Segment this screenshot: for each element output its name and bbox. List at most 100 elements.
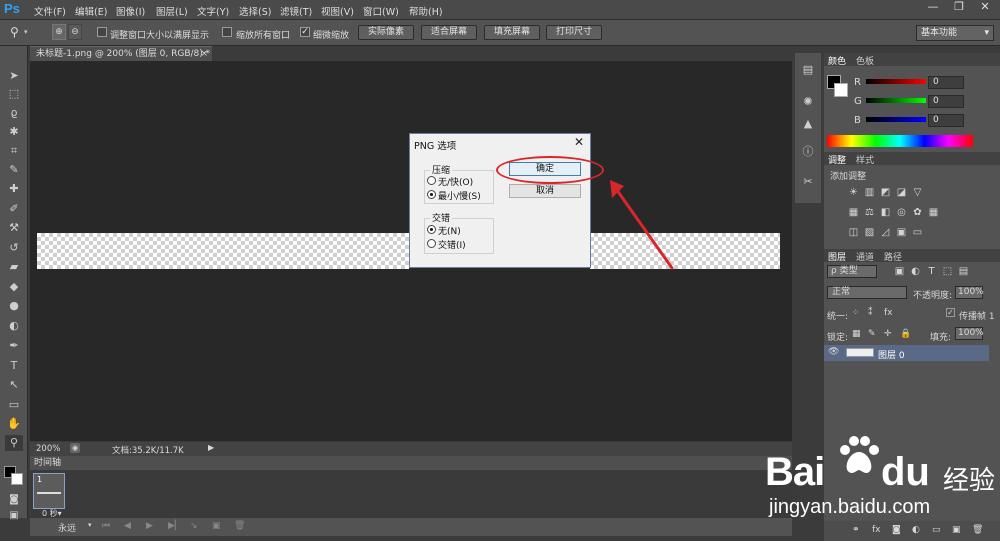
menu-type[interactable]: 文字(Y) bbox=[197, 4, 229, 18]
scrubby-zoom-checkbox[interactable]: ✓ bbox=[300, 27, 310, 37]
color-balance-icon[interactable]: ⚖ bbox=[864, 207, 875, 218]
document-tab-close-icon[interactable]: × bbox=[200, 47, 208, 61]
menu-filter[interactable]: 滤镜(T) bbox=[280, 4, 312, 18]
workspace-select[interactable]: 基本功能 ▾ bbox=[916, 25, 994, 41]
gradient-map-icon[interactable]: ▭ bbox=[912, 227, 923, 238]
crop-tool-icon[interactable]: ⌗ bbox=[5, 143, 23, 159]
brush-tool-icon[interactable]: ✐ bbox=[5, 201, 23, 217]
channel-g-slider[interactable] bbox=[866, 98, 926, 103]
zoom-in-icon[interactable]: ⊕ bbox=[52, 24, 66, 40]
propagate-frame-checkbox[interactable]: ✓ bbox=[946, 308, 955, 317]
threshold-icon[interactable]: ◿ bbox=[880, 227, 891, 238]
menu-view[interactable]: 视图(V) bbox=[321, 4, 354, 18]
quick-mask-icon[interactable]: ◙ bbox=[5, 492, 23, 508]
menu-edit[interactable]: 编辑(E) bbox=[75, 4, 107, 18]
histogram-icon[interactable]: ▲ bbox=[801, 117, 815, 131]
invert-icon[interactable]: ◫ bbox=[848, 227, 859, 238]
lock-transparent-icon[interactable]: ▦ bbox=[852, 329, 861, 339]
tween-icon[interactable]: ↘ bbox=[190, 521, 198, 531]
status-info-icon[interactable]: ◉ bbox=[70, 443, 80, 453]
zoom-tool-icon[interactable]: ⚲ bbox=[10, 25, 19, 39]
path-selection-tool-icon[interactable]: ↖ bbox=[5, 377, 23, 393]
exposure-icon[interactable]: ◪ bbox=[896, 187, 907, 198]
layer-filter-select[interactable]: ρ 类型 bbox=[827, 265, 877, 278]
restore-button[interactable]: ❐ bbox=[946, 0, 972, 14]
channel-b-value[interactable]: 0 bbox=[928, 114, 964, 127]
previous-frame-icon[interactable]: ◀ bbox=[124, 521, 131, 531]
info-icon[interactable]: ⓘ bbox=[801, 145, 815, 159]
fill-screen-button[interactable]: 填充屏幕 bbox=[484, 25, 540, 40]
clone-stamp-tool-icon[interactable]: ⚒ bbox=[5, 220, 23, 236]
type-tool-icon[interactable]: T bbox=[5, 358, 23, 374]
layer-mask-icon[interactable]: ◙ bbox=[892, 525, 901, 535]
timeline-title[interactable]: 时间轴 bbox=[34, 458, 61, 468]
filter-smart-object-icon[interactable]: ▤ bbox=[958, 266, 969, 277]
channel-b-slider[interactable] bbox=[866, 117, 926, 122]
brightness-icon[interactable]: ☀ bbox=[848, 187, 859, 198]
menu-help[interactable]: 帮助(H) bbox=[409, 4, 443, 18]
quick-selection-tool-icon[interactable]: ✱ bbox=[5, 124, 23, 140]
screen-mode-icon[interactable]: ▣ bbox=[5, 508, 23, 524]
background-color-swatch[interactable] bbox=[11, 473, 23, 485]
first-frame-icon[interactable]: ⏮ bbox=[102, 521, 110, 531]
loop-select[interactable]: 永远 bbox=[58, 521, 76, 534]
photo-filter-icon[interactable]: ◎ bbox=[896, 207, 907, 218]
lock-pixels-icon[interactable]: ✎ bbox=[868, 329, 876, 339]
layer-row[interactable]: 👁 图层 0 bbox=[824, 345, 989, 361]
paint-bucket-tool-icon[interactable]: ◆ bbox=[5, 279, 23, 295]
print-size-button[interactable]: 打印尺寸 bbox=[546, 25, 602, 40]
minimize-button[interactable]: — bbox=[920, 0, 946, 14]
channel-r-slider[interactable] bbox=[866, 79, 926, 84]
pen-tool-icon[interactable]: ✒ bbox=[5, 338, 23, 354]
menu-file[interactable]: 文件(F) bbox=[34, 4, 66, 18]
link-layers-icon[interactable]: ⚭ bbox=[852, 525, 860, 535]
color-spectrum-bar[interactable] bbox=[827, 135, 973, 147]
cancel-button[interactable]: 取消 bbox=[509, 184, 581, 198]
menu-image[interactable]: 图像(I) bbox=[116, 4, 145, 18]
tab-color[interactable]: 颜色 bbox=[828, 54, 846, 67]
dialog-close-icon[interactable]: ✕ bbox=[574, 135, 584, 149]
interlace-none-radio[interactable] bbox=[427, 225, 436, 234]
eraser-tool-icon[interactable]: ▰ bbox=[5, 259, 23, 275]
marquee-tool-icon[interactable]: ⬚ bbox=[5, 86, 23, 102]
channel-mixer-icon[interactable]: ✿ bbox=[912, 207, 923, 218]
zoom-level[interactable]: 200% bbox=[36, 444, 60, 454]
tab-paths[interactable]: 路径 bbox=[884, 250, 902, 263]
layer-style-icon[interactable]: fx bbox=[872, 525, 881, 535]
hue-saturation-icon[interactable]: ▦ bbox=[848, 207, 859, 218]
document-tab[interactable]: 未标题-1.png @ 200% (图层 0, RGB/8) * × bbox=[30, 46, 212, 61]
menu-select[interactable]: 选择(S) bbox=[239, 4, 271, 18]
selective-color-icon[interactable]: ▣ bbox=[896, 227, 907, 238]
color-background-swatch[interactable] bbox=[834, 83, 848, 97]
tab-styles[interactable]: 样式 bbox=[856, 153, 874, 166]
delete-frame-icon[interactable]: 🗑 bbox=[234, 521, 245, 531]
compression-smallest-radio[interactable] bbox=[427, 190, 436, 199]
lasso-tool-icon[interactable]: ϱ bbox=[5, 105, 23, 121]
blend-mode-select[interactable]: 正常 bbox=[827, 286, 907, 299]
filter-adjustment-icon[interactable]: ◐ bbox=[910, 266, 921, 277]
unify-visibility-icon[interactable]: ⁑ bbox=[868, 308, 873, 318]
eyedropper-tool-icon[interactable]: ✎ bbox=[5, 162, 23, 178]
lock-position-icon[interactable]: ✛ bbox=[884, 329, 892, 339]
animation-frame[interactable]: 1 bbox=[33, 473, 65, 509]
menu-window[interactable]: 窗口(W) bbox=[363, 4, 399, 18]
menu-layer[interactable]: 图层(L) bbox=[156, 4, 188, 18]
fill-input[interactable]: 100% bbox=[955, 327, 984, 340]
filter-pixel-icon[interactable]: ▣ bbox=[894, 266, 905, 277]
filter-type-icon[interactable]: T bbox=[926, 266, 937, 277]
new-adjustment-icon[interactable]: ◐ bbox=[912, 525, 920, 535]
tab-channels[interactable]: 通道 bbox=[856, 250, 874, 263]
posterize-icon[interactable]: ▨ bbox=[864, 227, 875, 238]
loop-chevron-icon[interactable]: ▾ bbox=[88, 521, 92, 529]
lock-all-icon[interactable]: 🔒 bbox=[900, 329, 911, 339]
opacity-input[interactable]: 100% bbox=[955, 286, 984, 299]
fit-screen-button[interactable]: 适合屏幕 bbox=[421, 25, 477, 40]
zoom-out-icon[interactable]: ⊖ bbox=[68, 24, 82, 40]
zoom-all-windows-checkbox[interactable] bbox=[222, 27, 232, 37]
compression-fast-radio[interactable] bbox=[427, 176, 436, 185]
dodge-tool-icon[interactable]: ◐ bbox=[5, 318, 23, 334]
duplicate-frame-icon[interactable]: ▣ bbox=[212, 521, 221, 531]
hand-tool-icon[interactable]: ✋ bbox=[5, 416, 23, 432]
zoom-tool-active-icon[interactable]: ⚲ bbox=[5, 435, 23, 451]
curves-icon[interactable]: ◩ bbox=[880, 187, 891, 198]
